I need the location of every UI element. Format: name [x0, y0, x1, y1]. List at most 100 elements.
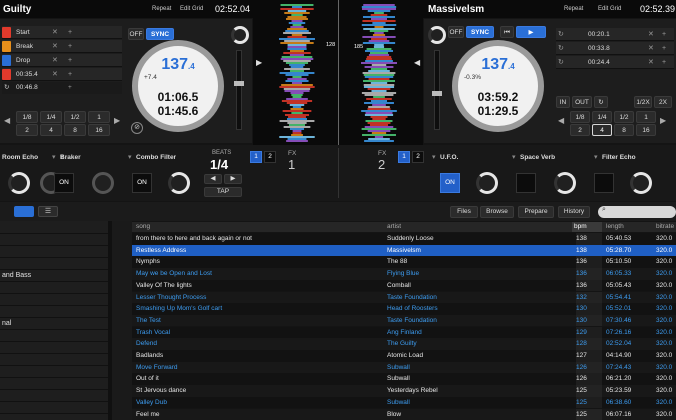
cue-drop[interactable]: Drop ✕ + [2, 54, 122, 67]
loop-size-1-8[interactable]: 1/8 [16, 111, 38, 123]
column-header-length[interactable]: length [606, 222, 624, 232]
sidebar-item[interactable] [0, 294, 108, 306]
fx-knob[interactable] [554, 172, 576, 194]
sidebar-item[interactable] [0, 390, 108, 402]
fx-toggle[interactable]: ON [54, 173, 74, 193]
column-header-bpm[interactable]: bpm [572, 222, 602, 232]
deck-right-gain-knob[interactable] [428, 26, 446, 44]
fx-toggle[interactable]: ON [440, 173, 460, 193]
beats-next-button[interactable]: ▶ [224, 174, 242, 184]
search-input[interactable]: ⌕ [598, 206, 676, 218]
add-icon[interactable]: + [68, 26, 72, 39]
fx-knob[interactable] [168, 172, 190, 194]
view-grid-icon[interactable] [14, 206, 34, 217]
loop-size-8[interactable]: 8 [614, 124, 634, 136]
arrow-right-icon[interactable]: ▶ [114, 116, 120, 125]
table-row[interactable]: Valley Of The lights Comball 136 05:05.43 32… [132, 279, 676, 292]
add-icon[interactable]: + [662, 42, 666, 55]
chevron-down-icon[interactable]: ▾ [432, 153, 436, 161]
sidebar-item[interactable] [0, 258, 108, 270]
sidebar-item[interactable] [0, 366, 108, 378]
sidebar-item[interactable] [0, 402, 108, 414]
table-row[interactable]: St Jervous dance Yesterdays Rebel 125 05:23… [132, 385, 676, 397]
waveform-left[interactable] [262, 4, 332, 142]
sidebar-item[interactable]: nal [0, 318, 108, 330]
table-row[interactable]: Trash Vocal Ang Finland 129 07:26.16 320.0 [132, 326, 676, 339]
cue-time-4[interactable]: 00:35.4 ✕ + [2, 68, 122, 81]
table-row[interactable]: Smashing Up Mom's Golf cart Head of Roost… [132, 303, 676, 315]
trash-icon[interactable]: ✕ [648, 56, 654, 69]
tab-prepare[interactable]: Prepare [518, 206, 554, 218]
chevron-down-icon[interactable]: ▾ [128, 153, 132, 161]
fx-toggle[interactable]: ON [132, 173, 152, 193]
sidebar-item[interactable] [0, 354, 108, 366]
column-header-artist[interactable]: artist [387, 222, 401, 232]
deck-right-off-button[interactable]: OFF [448, 26, 464, 38]
table-row[interactable]: from there to here and back again or not… [132, 233, 676, 245]
add-icon[interactable]: + [68, 40, 72, 53]
loop-double-button[interactable]: 2X [654, 96, 672, 108]
loop-size-4[interactable]: 4 [40, 124, 62, 136]
loop-size-1[interactable]: 1 [88, 111, 110, 123]
table-row[interactable]: Badlands Atomic Load 127 04:14.90 320.0 [132, 350, 676, 362]
add-icon[interactable]: + [662, 28, 666, 41]
table-row[interactable]: Defend The Guilty 128 02:52.04 320.0 [132, 338, 676, 350]
fx-unit-2-button[interactable]: 2 [264, 151, 276, 163]
loop-size-1-2[interactable]: 1/2 [614, 111, 634, 123]
pitch-slider-thumb[interactable] [234, 81, 244, 86]
tap-button[interactable]: TAP [204, 187, 242, 197]
cue-right-2[interactable]: ↻ 00:33.8 ✕ + [556, 42, 674, 55]
loop-size-1-2[interactable]: 1/2 [64, 111, 86, 123]
trash-icon[interactable]: ✕ [52, 26, 58, 39]
table-row[interactable]: Move Forward Subwall 126 07:24.43 320.0 [132, 361, 676, 374]
table-row[interactable]: Valley Dub Subwall 125 06:38.60 320.0 [132, 396, 676, 409]
trash-icon[interactable]: ✕ [648, 42, 654, 55]
fx-knob[interactable] [92, 172, 114, 194]
cue-break[interactable]: Break ✕ + [2, 40, 122, 53]
fx-knob[interactable] [476, 172, 498, 194]
deck-right-platter[interactable]: 137.4 -0.3% 03:59.2 01:29.5 [452, 40, 544, 132]
sidebar-item[interactable] [0, 342, 108, 354]
pitch-slider-right[interactable] [432, 50, 442, 130]
deck-right-skip-icon[interactable]: ⏮ [500, 26, 514, 38]
arrow-right-icon[interactable]: ▶ [660, 116, 666, 125]
tab-history[interactable]: History [558, 206, 590, 218]
deck-right-repeat[interactable]: Repeat [564, 6, 583, 12]
loop-size-1-8[interactable]: 1/8 [570, 111, 590, 123]
table-row[interactable]: Restless Address Massivelsm 138 05:28.70 320… [132, 244, 676, 257]
loop-size-2[interactable]: 2 [16, 124, 38, 136]
sidebar-item[interactable] [0, 306, 108, 318]
add-icon[interactable]: + [68, 54, 72, 67]
fx-knob[interactable] [630, 172, 652, 194]
sidebar-item[interactable] [0, 378, 108, 390]
deck-left-edit-grid[interactable]: Edit Grid [180, 6, 203, 12]
loop-out-button[interactable]: OUT [572, 96, 592, 108]
fx-knob[interactable] [8, 172, 30, 194]
pitch-slider-left[interactable] [234, 50, 244, 130]
deck-right-play-icon[interactable]: ▶ [516, 26, 546, 38]
deck-left-sync-button[interactable]: SYNC [146, 28, 174, 40]
waveform-right[interactable] [344, 4, 414, 142]
column-header-song[interactable]: song [136, 222, 150, 232]
beats-prev-button[interactable]: ◀ [204, 174, 222, 184]
sidebar-item[interactable] [0, 246, 108, 258]
loop-half-button[interactable]: 1/2X [634, 96, 652, 108]
deck-left-off-button[interactable]: OFF [128, 28, 144, 40]
tab-browse[interactable]: Browse [480, 206, 514, 218]
tab-files[interactable]: Files [450, 206, 478, 218]
loop-size-1-4[interactable]: 1/4 [592, 111, 612, 123]
loop-icon-button[interactable]: ↻ [594, 96, 608, 108]
cue-right-3[interactable]: ↻ 00:24.4 ✕ + [556, 56, 674, 69]
trash-icon[interactable]: ✕ [52, 68, 58, 81]
loop-size-1[interactable]: 1 [636, 111, 656, 123]
trash-icon[interactable]: ✕ [648, 28, 654, 41]
deck-left-platter[interactable]: 137.4 +7.4 01:06.5 01:45.6 [132, 40, 224, 132]
deck-right-edit-grid[interactable]: Edit Grid [598, 6, 621, 12]
arrow-left-icon[interactable]: ◀ [558, 116, 564, 125]
add-icon[interactable]: + [662, 56, 666, 69]
sidebar-item[interactable] [0, 282, 108, 294]
loop-size-1-4[interactable]: 1/4 [40, 111, 62, 123]
fx-unit-1-button-right[interactable]: 1 [398, 151, 410, 163]
loop-size-16[interactable]: 16 [636, 124, 656, 136]
cue-start[interactable]: Start ✕ + [2, 26, 122, 39]
